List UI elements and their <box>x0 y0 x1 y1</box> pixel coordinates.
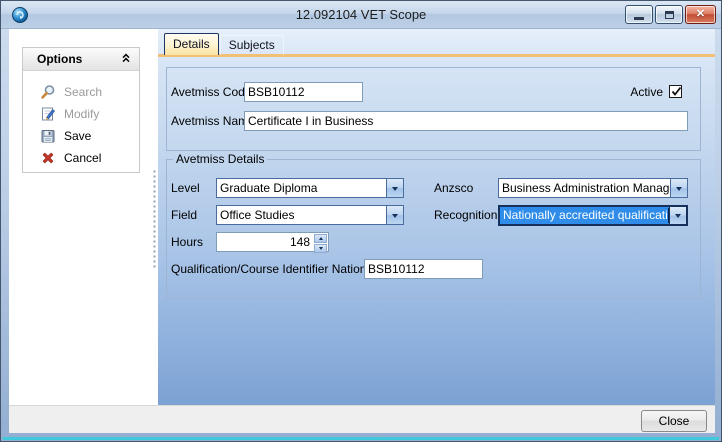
recognition-dropdown-arrow[interactable] <box>669 207 686 224</box>
field-dropdown-arrow[interactable] <box>386 206 403 224</box>
header-fields-box <box>166 67 701 151</box>
avetmiss-details-title: Avetmiss Details <box>173 152 267 166</box>
sidebar-item-save[interactable]: Save <box>23 125 139 147</box>
tab-bar: Details Subjects <box>164 33 284 55</box>
chevron-down-icon <box>392 214 398 221</box>
hours-stepper[interactable] <box>216 232 329 252</box>
cancel-icon <box>40 150 56 166</box>
sidebar: Options Search <box>9 29 158 405</box>
spin-up-button[interactable] <box>314 234 327 243</box>
field-label: Field <box>171 205 197 225</box>
window-bottom-edge <box>3 437 719 440</box>
close-window-button[interactable]: ✕ <box>685 5 716 24</box>
vet-scope-window: 12.092104 VET Scope ✕ Options <box>0 0 722 442</box>
app-icon <box>11 6 29 24</box>
hours-input[interactable] <box>217 233 313 251</box>
splitter-handle[interactable] <box>152 169 157 269</box>
anzsco-combobox[interactable]: Business Administration Managers <box>498 178 688 198</box>
options-panel: Options Search <box>22 47 140 173</box>
active-checkbox[interactable] <box>669 85 682 98</box>
sidebar-item-label: Search <box>64 85 102 99</box>
sidebar-item-label: Save <box>64 129 91 143</box>
sidebar-item-cancel[interactable]: Cancel <box>23 147 139 169</box>
titlebar: 12.092104 VET Scope ✕ <box>1 1 721 29</box>
sidebar-item-modify[interactable]: Modify <box>23 103 139 125</box>
options-list: Search Modify <box>23 81 139 169</box>
search-icon <box>40 84 56 100</box>
maximize-button[interactable] <box>655 5 683 24</box>
close-button[interactable]: Close <box>641 410 707 432</box>
close-icon: ✕ <box>696 9 705 20</box>
hours-label: Hours <box>171 232 203 252</box>
tab-subjects[interactable]: Subjects <box>220 35 284 55</box>
active-label: Active <box>598 82 663 102</box>
minimize-icon <box>634 17 644 20</box>
sidebar-item-label: Modify <box>64 107 99 121</box>
chevron-down-icon <box>676 187 682 194</box>
tab-details[interactable]: Details <box>164 33 219 55</box>
checkmark-icon <box>670 85 683 98</box>
window-title: 12.092104 VET Scope <box>1 1 721 29</box>
field-combobox[interactable]: Office Studies <box>216 205 404 225</box>
avetmiss-name-input[interactable] <box>244 111 688 131</box>
level-value: Graduate Diploma <box>217 179 386 197</box>
chevron-down-icon <box>675 214 681 221</box>
recognition-combobox[interactable]: Nationally accredited qualification <box>498 205 688 226</box>
modify-icon <box>40 106 56 122</box>
sidebar-item-label: Cancel <box>64 151 101 165</box>
avetmiss-code-label: Avetmiss Code <box>171 82 251 102</box>
chevron-up-icon <box>319 235 323 240</box>
anzsco-dropdown-arrow[interactable] <box>670 179 687 197</box>
sidebar-item-search[interactable]: Search <box>23 81 139 103</box>
recognition-label: Recognition <box>434 205 497 225</box>
chevron-down-icon <box>319 247 323 252</box>
qualification-national-input[interactable] <box>364 259 483 279</box>
recognition-value: Nationally accredited qualification <box>500 207 669 224</box>
options-panel-title: Options <box>37 52 121 66</box>
collapse-chevron-icon[interactable] <box>121 52 131 66</box>
main-panel: Details Subjects Avetmiss Code Active Av… <box>158 29 715 405</box>
level-dropdown-arrow[interactable] <box>386 179 403 197</box>
window-controls: ✕ <box>625 5 716 24</box>
level-combobox[interactable]: Graduate Diploma <box>216 178 404 198</box>
spin-down-button[interactable] <box>314 244 327 253</box>
avetmiss-code-input[interactable] <box>244 82 363 102</box>
options-panel-header: Options <box>23 48 139 71</box>
spin-buttons <box>313 233 328 251</box>
minimize-button[interactable] <box>625 5 653 24</box>
avetmiss-name-label: Avetmiss Name <box>171 111 255 131</box>
qualification-national-label: Qualification/Course Identifier National <box>171 259 376 279</box>
level-label: Level <box>171 178 200 198</box>
save-icon <box>40 128 56 144</box>
field-value: Office Studies <box>217 206 386 224</box>
anzsco-value: Business Administration Managers <box>499 179 670 197</box>
anzsco-label: Anzsco <box>434 178 473 198</box>
maximize-icon <box>665 11 674 19</box>
chevron-down-icon <box>392 187 398 194</box>
footer-bar: Close <box>9 405 715 433</box>
